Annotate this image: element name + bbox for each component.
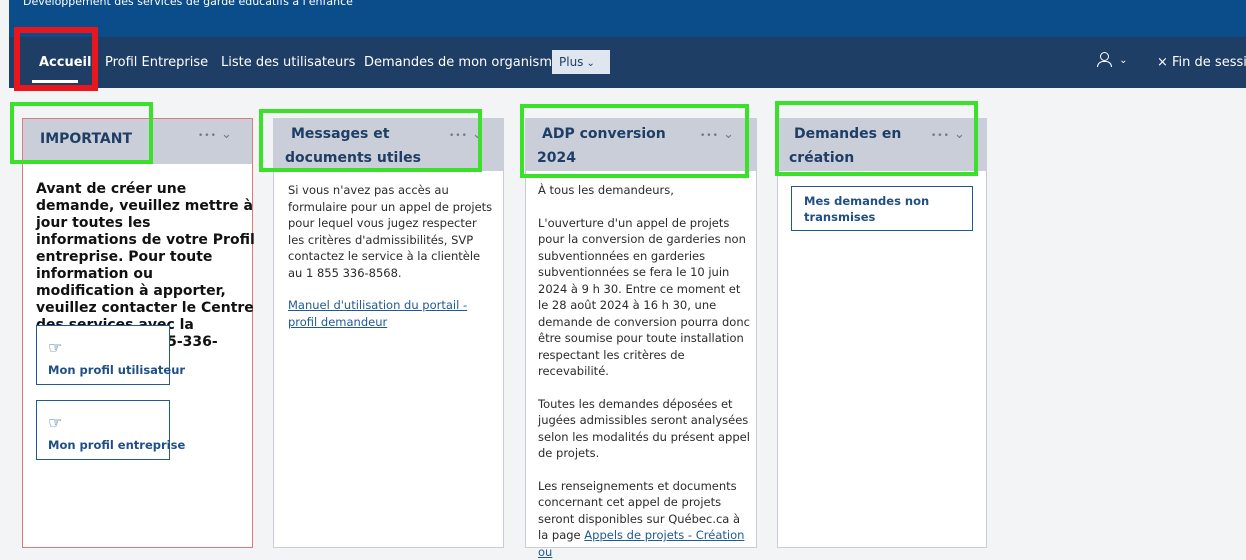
adp-paragraph: Toutes les demandes déposées et jugées a… — [538, 396, 752, 462]
green-highlight-box — [10, 102, 153, 164]
green-highlight-box — [259, 109, 482, 172]
manual-link[interactable]: Manuel d'utilisation du portail - profil… — [288, 297, 493, 330]
adp-body: À tous les demandeurs, L'ouverture d'un … — [538, 182, 752, 560]
main-navigation: Accueil Profil Entreprise Liste des util… — [9, 37, 1246, 88]
important-card: IMPORTANT ••• ⌄ Avant de créer une deman… — [22, 118, 253, 548]
top-banner: Développement des services de garde éduc… — [9, 0, 1246, 37]
green-highlight-box — [775, 101, 978, 176]
adp-paragraph: À tous les demandeurs, — [538, 182, 752, 199]
chevron-down-icon[interactable]: ⌄ — [221, 127, 232, 142]
user-icon — [1096, 51, 1112, 67]
user-menu-button[interactable]: ⌄ — [1096, 51, 1128, 67]
red-highlight-box — [14, 27, 98, 91]
messages-body: Si vous n'avez pas accès au formulaire p… — [288, 182, 493, 330]
demandes-creation-card: Demandes en création ••• ⌄ Mes demandes … — [777, 118, 987, 548]
messages-card: Messages et documents utiles ••• ⌄ Si vo… — [273, 118, 504, 548]
mes-demandes-non-transmises-button[interactable]: Mes demandes non transmises — [791, 186, 973, 231]
chevron-down-icon: ⌄ — [586, 58, 594, 69]
more-menu-button[interactable]: Plus⌄ — [552, 50, 610, 74]
pointing-hand-icon: ☞ — [48, 338, 62, 357]
logout-link[interactable]: × Fin de session — [1157, 55, 1246, 70]
adp-conversion-card: ADP conversion 2024 ••• ⌄ À tous les dem… — [525, 118, 757, 548]
pointing-hand-icon: ☞ — [48, 413, 62, 432]
nav-demandes-organisme[interactable]: Demandes de mon organisme — [364, 55, 560, 70]
more-menu-label: Plus — [559, 55, 583, 69]
mon-profil-entreprise-button[interactable]: ☞ Mon profil entreprise — [36, 400, 170, 460]
green-highlight-box — [520, 104, 749, 178]
messages-text: Si vous n'avez pas accès au formulaire p… — [288, 182, 493, 281]
nav-liste-utilisateurs[interactable]: Liste des utilisateurs — [221, 55, 355, 70]
mon-profil-utilisateur-button[interactable]: ☞ Mon profil utilisateur — [36, 325, 170, 385]
button-label: Mon profil utilisateur — [48, 363, 185, 377]
adp-paragraph: L'ouverture d'un appel de projets pour l… — [538, 215, 752, 380]
more-icon[interactable]: ••• — [198, 131, 217, 141]
adp-paragraph: Les renseignements et documents concerna… — [538, 478, 752, 560]
chevron-down-icon: ⌄ — [1119, 55, 1127, 66]
button-label: Mon profil entreprise — [48, 438, 185, 452]
site-subtitle: Développement des services de garde éduc… — [23, 0, 353, 8]
nav-profil-entreprise[interactable]: Profil Entreprise — [105, 55, 208, 70]
